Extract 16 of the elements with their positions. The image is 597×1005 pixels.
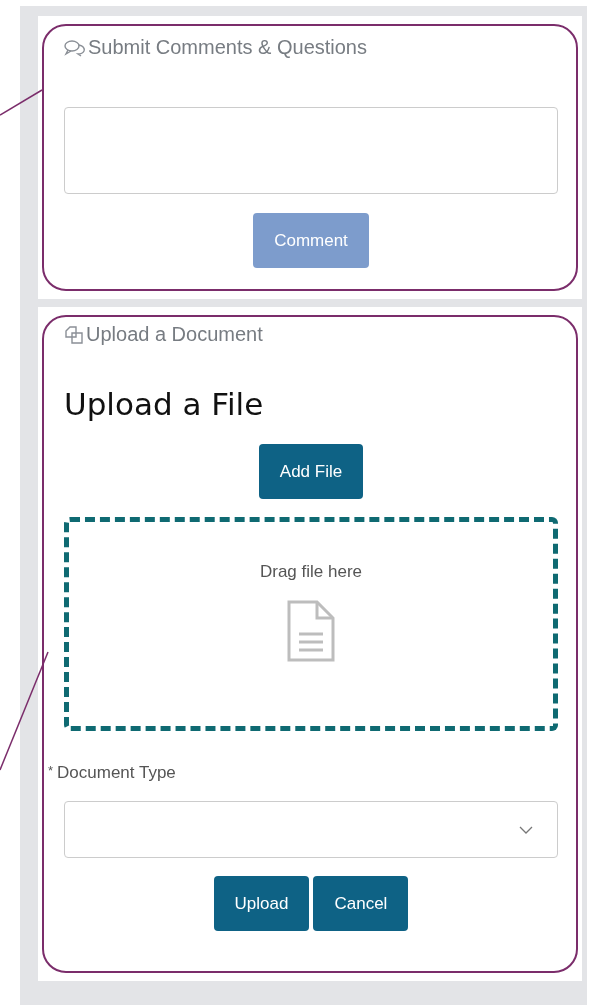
required-mark: * bbox=[48, 763, 54, 780]
dropzone[interactable]: Drag file here bbox=[64, 517, 558, 731]
section-title: Submit Comments & Questions bbox=[88, 36, 367, 59]
add-file-button[interactable]: Add File bbox=[258, 444, 364, 499]
section-title: Upload a Document bbox=[86, 323, 263, 346]
upload-button[interactable]: Upload bbox=[213, 876, 310, 931]
field-label: Document Type bbox=[57, 763, 176, 783]
comment-field[interactable] bbox=[64, 107, 558, 194]
document-icon bbox=[287, 600, 335, 662]
chat-icon bbox=[64, 38, 86, 57]
chevron-down-icon bbox=[519, 825, 533, 834]
upload-heading: Upload a File bbox=[64, 386, 265, 422]
cancel-button[interactable]: Cancel bbox=[313, 876, 409, 931]
copy-icon bbox=[64, 324, 84, 345]
dropzone-text: Drag file here bbox=[259, 562, 363, 582]
document-type-select[interactable] bbox=[64, 801, 558, 858]
